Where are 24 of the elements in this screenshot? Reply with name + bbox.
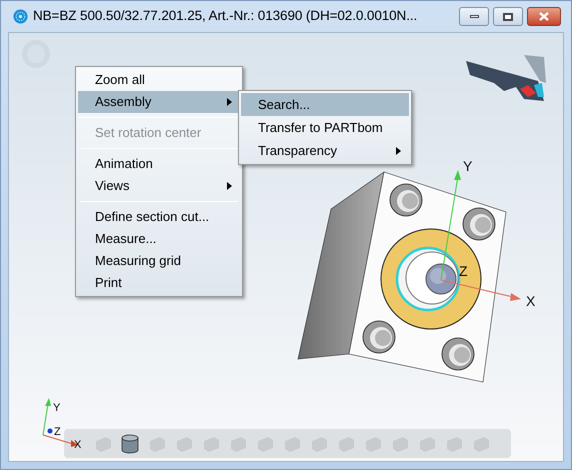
y-axis-label: Y: [463, 158, 472, 174]
cylinder-icon[interactable]: [119, 432, 141, 454]
minimize-button[interactable]: [459, 7, 489, 26]
menu-item[interactable]: Transfer to PARTbom: [241, 116, 409, 139]
maximize-button[interactable]: [493, 7, 523, 26]
close-button[interactable]: [527, 7, 561, 26]
menu-item[interactable]: Zoom all: [78, 69, 240, 91]
x-axis-label: X: [74, 439, 82, 451]
menu-item[interactable]: Assembly: [78, 91, 240, 113]
app-globe-icon: [13, 9, 28, 24]
x-axis-label: X: [526, 293, 536, 309]
menu-item[interactable]: Measuring grid: [78, 250, 240, 272]
menu-item[interactable]: Animation: [78, 153, 240, 175]
z-axis-label: Z: [459, 263, 468, 279]
menu-item[interactable]: Define section cut...: [78, 206, 240, 228]
menu-item[interactable]: Views: [78, 175, 240, 197]
menu-item[interactable]: Print: [78, 272, 240, 294]
close-icon: [539, 12, 549, 21]
y-axis-label: Y: [53, 402, 60, 414]
menu-item[interactable]: Search...: [241, 93, 409, 116]
menu-item[interactable]: Transparency: [241, 139, 409, 162]
menu-item[interactable]: Measure...: [78, 228, 240, 250]
z-axis-label: Z: [54, 426, 61, 438]
window-title: NB=BZ 500.50/32.77.201.25, Art.-Nr.: 013690 (DH=02.0.0010N...: [33, 7, 418, 26]
